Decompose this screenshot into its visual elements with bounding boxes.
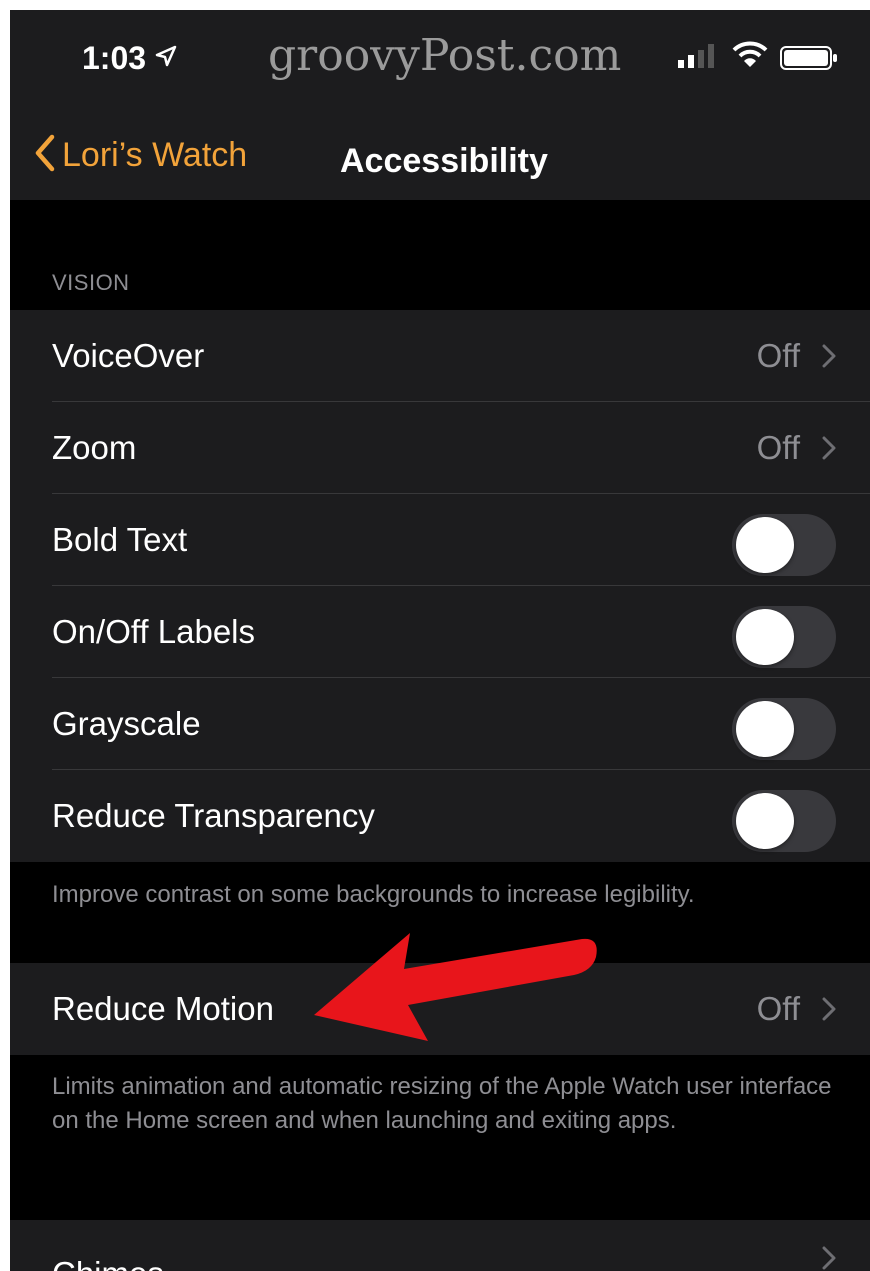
section-header-vision: VISION (52, 270, 130, 295)
row-value: Off (756, 429, 800, 466)
row-label: VoiceOver (52, 337, 205, 374)
back-button[interactable]: Lori’s Watch (34, 130, 247, 180)
battery-icon (780, 46, 838, 75)
bold-text-toggle[interactable] (732, 514, 836, 576)
navigation-bar: Lori’s Watch Accessibility (10, 110, 870, 200)
chevron-right-icon (822, 997, 836, 1026)
row-bold-text: Bold Text (10, 494, 870, 586)
status-bar: 1:03 groovyPost.com (10, 10, 870, 110)
row-label: Reduce Transparency (52, 797, 375, 834)
row-label: Zoom (52, 429, 137, 466)
row-label: Reduce Motion (52, 990, 274, 1027)
vision-group: VoiceOver Off Zoom Off Bold Text On/Off … (10, 310, 870, 862)
row-label: Chimes (52, 1228, 164, 1271)
on-off-labels-toggle[interactable] (732, 606, 836, 668)
toggle-knob (736, 517, 794, 573)
back-label: Lori’s Watch (62, 135, 248, 174)
phone-screen: 1:03 groovyPost.com Lori’s Watch Accessi… (10, 10, 870, 1271)
cellular-signal-icon (678, 44, 718, 73)
grayscale-toggle[interactable] (732, 698, 836, 760)
motion-footnote: Limits animation and automatic resizing … (52, 1073, 832, 1134)
row-grayscale: Grayscale (10, 678, 870, 770)
toggle-knob (736, 609, 794, 665)
row-chimes[interactable]: Chimes (10, 1220, 870, 1271)
location-arrow-icon (154, 44, 178, 73)
chevron-right-icon (822, 1246, 836, 1271)
chevron-right-icon (822, 344, 836, 373)
row-on-off-labels: On/Off Labels (10, 586, 870, 678)
status-time: 1:03 (82, 40, 147, 76)
chimes-group: Chimes (10, 1220, 870, 1271)
wifi-icon (732, 40, 768, 73)
row-label: On/Off Labels (52, 613, 256, 650)
vision-footnote: Improve contrast on some backgrounds to … (52, 881, 695, 908)
row-voiceover[interactable]: VoiceOver Off (10, 310, 870, 402)
toggle-knob (736, 701, 794, 757)
row-zoom[interactable]: Zoom Off (10, 402, 870, 494)
row-label: Bold Text (52, 521, 188, 558)
page-title: Accessibility (340, 142, 548, 180)
row-reduce-transparency: Reduce Transparency (10, 770, 870, 862)
chevron-left-icon (34, 133, 56, 178)
toggle-knob (736, 793, 794, 849)
chevron-right-icon (822, 436, 836, 465)
reduce-transparency-toggle[interactable] (732, 790, 836, 852)
watermark: groovyPost.com (268, 30, 622, 81)
row-value: Off (756, 337, 800, 374)
row-value: Off (756, 990, 800, 1027)
row-label: Grayscale (52, 705, 201, 742)
red-arrow-annotation (310, 925, 600, 1050)
